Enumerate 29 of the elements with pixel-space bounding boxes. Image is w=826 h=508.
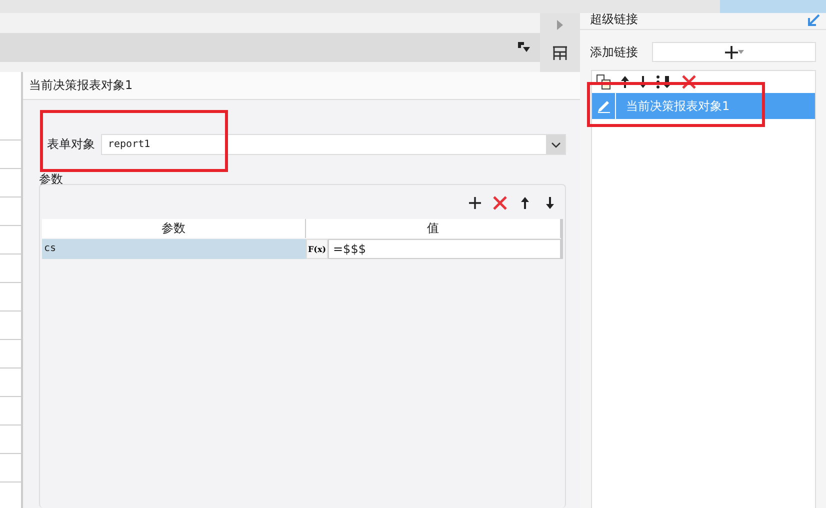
delete-button[interactable] — [491, 194, 509, 212]
caret-icon — [738, 50, 744, 54]
param-name-cell[interactable]: cs — [42, 239, 306, 259]
dropdown-button[interactable] — [546, 135, 565, 154]
add-link-label: 添加链接 — [590, 44, 638, 60]
dialog-title: 当前决策报表对象1 — [23, 72, 580, 100]
copy-icon[interactable] — [596, 74, 612, 90]
form-object-dropdown[interactable]: report1 — [101, 134, 566, 155]
chevron-down-icon — [550, 142, 560, 148]
add-button[interactable] — [466, 194, 484, 212]
add-icon — [724, 46, 738, 58]
column-header: 参数 — [42, 219, 306, 238]
column-header: 值 — [306, 219, 561, 238]
form-object-label: 表单对象 — [47, 136, 95, 153]
param-value-field[interactable]: =$$$ — [328, 239, 561, 259]
panel-title: 超级链接 — [590, 11, 638, 28]
grid-layout-icon[interactable] — [552, 45, 568, 61]
arrow-down-icon — [545, 196, 555, 210]
pencil-icon — [596, 99, 610, 113]
arrow-down-left-icon[interactable] — [808, 14, 820, 26]
formula-button[interactable]: F(x) — [306, 239, 328, 259]
add-icon — [469, 197, 481, 209]
arrow-down-icon — [638, 75, 648, 89]
delete-icon — [493, 196, 507, 210]
arrow-up-icon — [620, 75, 630, 89]
dock-menu-icon[interactable] — [518, 42, 530, 54]
delete-icon — [682, 75, 696, 89]
arrow-up-icon — [520, 196, 530, 210]
params-group-title: 参数 — [39, 171, 63, 188]
